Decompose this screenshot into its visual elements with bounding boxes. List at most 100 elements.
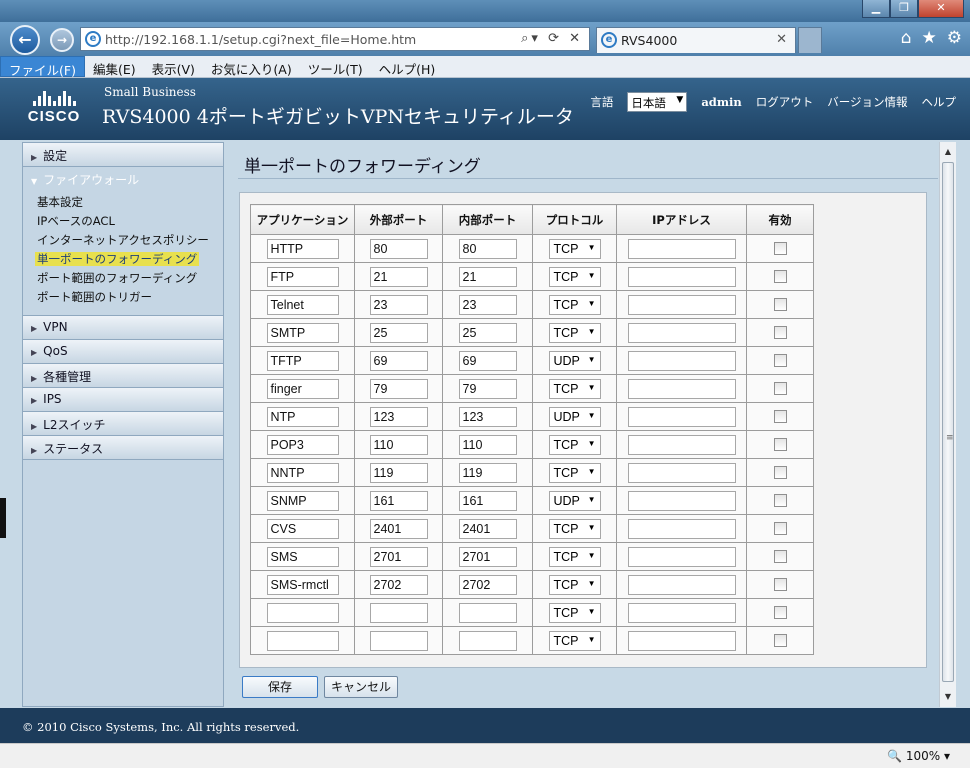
application-input[interactable]: SMS-rmctl bbox=[266, 574, 339, 595]
external-port-input[interactable]: 21 bbox=[369, 266, 428, 287]
sidebar-group-l2-switch[interactable]: ▶ L2スイッチ bbox=[23, 412, 223, 436]
close-window-button[interactable]: ✕ bbox=[918, 0, 964, 18]
scroll-thumb[interactable]: ≡ bbox=[942, 162, 954, 682]
enabled-checkbox[interactable] bbox=[773, 522, 787, 535]
enabled-checkbox[interactable] bbox=[773, 410, 787, 423]
internal-port-input[interactable]: 25 bbox=[458, 322, 517, 343]
protocol-select[interactable]: TCP ▼ bbox=[548, 518, 601, 539]
sidebar-item-ip-acl[interactable]: IPベースのACL bbox=[35, 212, 223, 231]
sidebar-item-port-range-forwarding[interactable]: ポート範囲のフォワーディング bbox=[35, 269, 223, 288]
protocol-select[interactable]: UDP ▼ bbox=[548, 406, 601, 427]
protocol-select[interactable]: TCP ▼ bbox=[548, 574, 601, 595]
external-port-input[interactable]: 110 bbox=[369, 434, 428, 455]
protocol-select[interactable]: TCP ▼ bbox=[548, 630, 601, 651]
application-input[interactable]: SMTP bbox=[266, 322, 339, 343]
favorites-star-icon[interactable]: ★ bbox=[922, 28, 937, 48]
protocol-select[interactable]: TCP ▼ bbox=[548, 546, 601, 567]
menu-edit[interactable]: 編集(E) bbox=[85, 56, 144, 77]
enabled-checkbox[interactable] bbox=[773, 382, 787, 395]
internal-port-input[interactable]: 69 bbox=[458, 350, 517, 371]
internal-port-input[interactable]: 21 bbox=[458, 266, 517, 287]
sidebar-group-vpn[interactable]: ▶ VPN bbox=[23, 316, 223, 340]
minimize-button[interactable]: ▁ bbox=[862, 0, 890, 18]
ip-address-input[interactable] bbox=[627, 294, 736, 315]
ip-address-input[interactable] bbox=[627, 434, 736, 455]
internal-port-input[interactable] bbox=[458, 602, 517, 623]
application-input[interactable]: SMS bbox=[266, 546, 339, 567]
cancel-button[interactable]: キャンセル bbox=[324, 676, 398, 698]
ip-address-input[interactable] bbox=[627, 378, 736, 399]
scroll-up-icon[interactable]: ▲ bbox=[940, 144, 956, 160]
internal-port-input[interactable]: 110 bbox=[458, 434, 517, 455]
internal-port-input[interactable]: 2702 bbox=[458, 574, 517, 595]
save-button[interactable]: 保存 bbox=[242, 676, 318, 698]
ip-address-input[interactable] bbox=[627, 238, 736, 259]
ip-address-input[interactable] bbox=[627, 546, 736, 567]
external-port-input[interactable]: 123 bbox=[369, 406, 428, 427]
ip-address-input[interactable] bbox=[627, 518, 736, 539]
enabled-checkbox[interactable] bbox=[773, 298, 787, 311]
external-port-input[interactable] bbox=[369, 602, 428, 623]
ip-address-input[interactable] bbox=[627, 350, 736, 371]
enabled-checkbox[interactable] bbox=[773, 270, 787, 283]
external-port-input[interactable]: 80 bbox=[369, 238, 428, 259]
protocol-select[interactable]: TCP ▼ bbox=[548, 378, 601, 399]
external-port-input[interactable]: 25 bbox=[369, 322, 428, 343]
external-port-input[interactable]: 2701 bbox=[369, 546, 428, 567]
help-link[interactable]: ヘルプ bbox=[922, 94, 957, 110]
external-port-input[interactable]: 2401 bbox=[369, 518, 428, 539]
tab-close-icon[interactable]: ✕ bbox=[776, 32, 787, 47]
address-text[interactable]: http://192.168.1.1/setup.cgi?next_file=H… bbox=[105, 32, 416, 47]
internal-port-input[interactable]: 119 bbox=[458, 462, 517, 483]
application-input[interactable]: CVS bbox=[266, 518, 339, 539]
enabled-checkbox[interactable] bbox=[773, 242, 787, 255]
ip-address-input[interactable] bbox=[627, 602, 736, 623]
menu-favorites[interactable]: お気に入り(A) bbox=[203, 56, 300, 77]
tools-gear-icon[interactable]: ⚙ bbox=[947, 28, 962, 48]
enabled-checkbox[interactable] bbox=[773, 466, 787, 479]
protocol-select[interactable]: UDP ▼ bbox=[548, 490, 601, 511]
protocol-select[interactable]: TCP ▼ bbox=[548, 434, 601, 455]
enabled-checkbox[interactable] bbox=[773, 578, 787, 591]
application-input[interactable]: NTP bbox=[266, 406, 339, 427]
address-tools-icons[interactable]: ⌕▾ ⟳ ✕ bbox=[521, 31, 583, 46]
ip-address-input[interactable] bbox=[627, 630, 736, 651]
external-port-input[interactable]: 23 bbox=[369, 294, 428, 315]
external-port-input[interactable]: 69 bbox=[369, 350, 428, 371]
address-bar[interactable]: e http://192.168.1.1/setup.cgi?next_file… bbox=[80, 27, 590, 51]
back-button[interactable]: ← bbox=[10, 25, 40, 55]
logout-link[interactable]: ログアウト bbox=[756, 94, 814, 110]
menu-tools[interactable]: ツール(T) bbox=[300, 56, 371, 77]
browser-tab[interactable]: e RVS4000 ✕ bbox=[596, 27, 796, 53]
menu-view[interactable]: 表示(V) bbox=[144, 56, 203, 77]
sidebar-group-status[interactable]: ▶ ステータス bbox=[23, 436, 223, 460]
enabled-checkbox[interactable] bbox=[773, 606, 787, 619]
language-select[interactable]: 日本語 ▼ bbox=[627, 92, 688, 112]
protocol-select[interactable]: TCP ▼ bbox=[548, 294, 601, 315]
enabled-checkbox[interactable] bbox=[773, 494, 787, 507]
external-port-input[interactable] bbox=[369, 630, 428, 651]
new-tab-button[interactable] bbox=[798, 27, 822, 53]
application-input[interactable]: HTTP bbox=[266, 238, 339, 259]
external-port-input[interactable]: 119 bbox=[369, 462, 428, 483]
protocol-select[interactable]: TCP ▼ bbox=[548, 238, 601, 259]
protocol-select[interactable]: TCP ▼ bbox=[548, 602, 601, 623]
ip-address-input[interactable] bbox=[627, 490, 736, 511]
external-port-input[interactable]: 2702 bbox=[369, 574, 428, 595]
sidebar-group-administration[interactable]: ▶ 各種管理 bbox=[23, 364, 223, 388]
home-icon[interactable]: ⌂ bbox=[901, 28, 912, 48]
application-input[interactable]: TFTP bbox=[266, 350, 339, 371]
application-input[interactable]: Telnet bbox=[266, 294, 339, 315]
application-input[interactable] bbox=[266, 630, 339, 651]
ip-address-input[interactable] bbox=[627, 266, 736, 287]
application-input[interactable]: finger bbox=[266, 378, 339, 399]
forward-button[interactable]: → bbox=[50, 28, 74, 52]
external-port-input[interactable]: 161 bbox=[369, 490, 428, 511]
sidebar-item-single-port-forwarding[interactable]: 単一ポートのフォワーディング bbox=[35, 250, 223, 269]
menu-help[interactable]: ヘルプ(H) bbox=[371, 56, 444, 77]
sidebar-group-settings[interactable]: ▶ 設定 bbox=[23, 143, 223, 167]
protocol-select[interactable]: TCP ▼ bbox=[548, 322, 601, 343]
enabled-checkbox[interactable] bbox=[773, 326, 787, 339]
application-input[interactable] bbox=[266, 602, 339, 623]
internal-port-input[interactable] bbox=[458, 630, 517, 651]
